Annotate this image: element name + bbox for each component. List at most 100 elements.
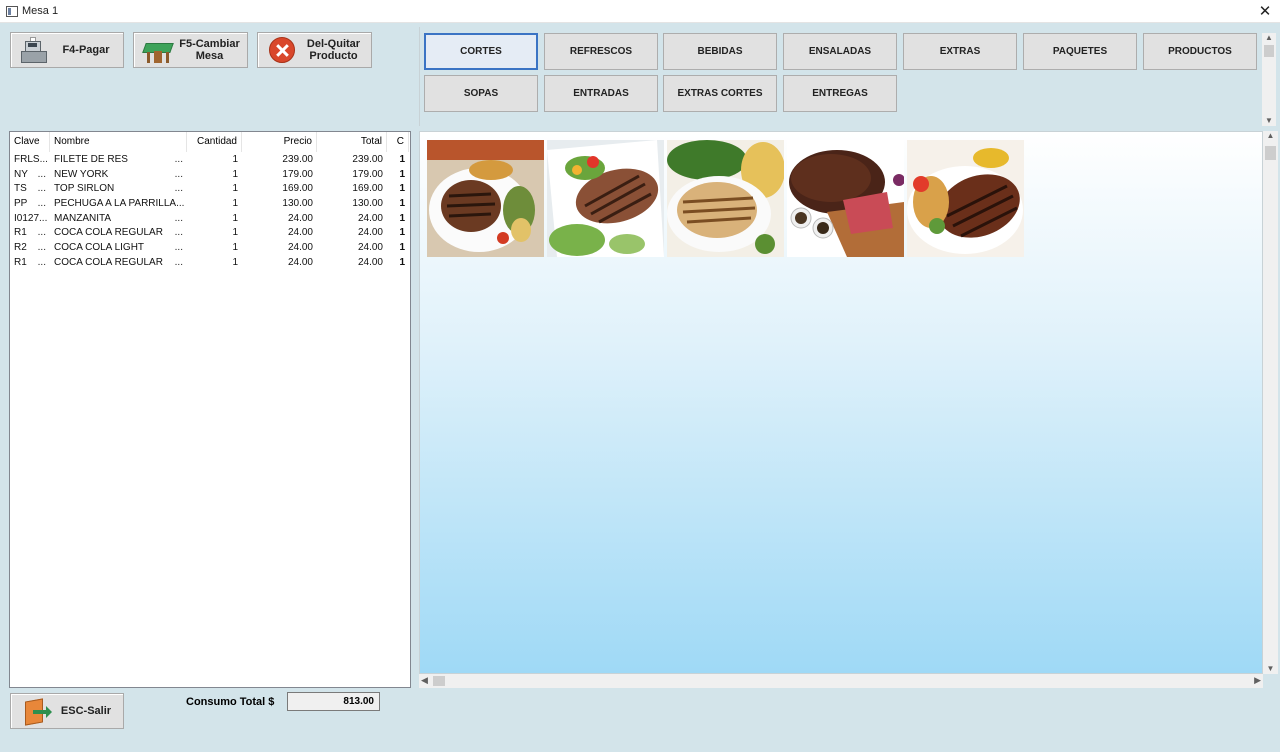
category-paquetes-button[interactable]: PAQUETES — [1023, 33, 1137, 70]
order-list[interactable]: Clave Nombre Cantidad Precio Total C FRL… — [9, 131, 411, 688]
cell-ellipsis: ... — [39, 153, 48, 165]
exit-button[interactable]: ESC-Salir — [10, 693, 124, 729]
cell-total-value: 169.00 — [352, 183, 383, 195]
cell-nombre: COCA COLA REGULAR... — [50, 227, 187, 238]
cell-total-value: 24.00 — [357, 256, 383, 268]
scrollbar-thumb[interactable] — [1265, 146, 1276, 160]
cell-nombre: TOP SIRLON... — [50, 183, 187, 194]
products-horizontal-scrollbar[interactable]: ◀ ▶ — [419, 674, 1263, 688]
remove-product-button[interactable]: Del-Quitar Producto — [257, 32, 372, 68]
cell-c-value: 1 — [399, 241, 405, 253]
cell-cantidad-value: 1 — [232, 153, 238, 165]
cell-ellipsis: ... — [37, 183, 46, 195]
scrollbar-thumb[interactable] — [1264, 45, 1274, 57]
cell-nombre: COCA COLA REGULAR... — [50, 257, 187, 268]
cell-c: 1 — [387, 242, 409, 253]
cell-cantidad-value: 1 — [232, 256, 238, 268]
cell-precio: 179.00 — [242, 169, 317, 180]
products-vertical-scrollbar[interactable]: ▲ ▼ — [1263, 131, 1278, 674]
category-ensaladas-button[interactable]: ENSALADAS — [783, 33, 897, 70]
product-tile[interactable] — [907, 140, 1024, 257]
cell-ellipsis: ... — [37, 168, 46, 180]
category-productos-button[interactable]: PRODUCTOS — [1143, 33, 1257, 70]
cell-cantidad: 1 — [187, 257, 242, 268]
cell-cantidad-value: 1 — [232, 168, 238, 180]
cell-cantidad-value: 1 — [232, 197, 238, 209]
scroll-up-icon[interactable]: ▲ — [1263, 131, 1278, 141]
category-cortes-button[interactable]: CORTES — [424, 33, 538, 70]
cell-precio-value: 179.00 — [282, 168, 313, 180]
cell-clave: PP... — [10, 198, 50, 209]
product-tile[interactable] — [547, 140, 664, 257]
cell-c-value: 1 — [399, 197, 405, 209]
col-header-precio[interactable]: Precio — [242, 131, 317, 152]
col-header-cantidad[interactable]: Cantidad — [187, 131, 242, 152]
cell-precio: 24.00 — [242, 227, 317, 238]
cell-ellipsis: ... — [37, 227, 46, 239]
cell-c-value: 1 — [399, 256, 405, 268]
cell-total: 24.00 — [317, 257, 387, 268]
col-header-total[interactable]: Total — [317, 131, 387, 152]
col-header-c[interactable]: C — [387, 131, 409, 152]
window-title: Mesa 1 — [22, 5, 59, 17]
order-rows: FRLS... FILETE DE RES... 1 239.00 239.00 1 NY.… — [10, 152, 410, 270]
table-row[interactable]: NY... NEW YORK... 1 179.00 179.00 1 — [10, 167, 410, 182]
cell-ellipsis: ... — [174, 227, 183, 239]
table-row[interactable]: I0127... MANZANITA... 1 24.00 24.00 1 — [10, 211, 410, 226]
category-extras-cortes-button[interactable]: EXTRAS CORTES — [663, 75, 777, 112]
cell-c-value: 1 — [399, 183, 405, 195]
table-row[interactable]: R2... COCA COLA LIGHT... 1 24.00 24.00 1 — [10, 240, 410, 255]
cell-total: 169.00 — [317, 183, 387, 194]
category-scrollbar[interactable]: ▲ ▼ — [1262, 33, 1276, 126]
cell-total: 130.00 — [317, 198, 387, 209]
cell-clave-value: FRLS — [14, 153, 40, 165]
close-icon[interactable]: ✕ — [1250, 0, 1280, 23]
cell-total-value: 179.00 — [352, 168, 383, 180]
cell-c-value: 1 — [399, 153, 405, 165]
category-sopas-button[interactable]: SOPAS — [424, 75, 538, 112]
cell-nombre-value: NEW YORK — [54, 168, 109, 180]
category-extras-button[interactable]: EXTRAS — [903, 33, 1017, 70]
product-tile[interactable] — [427, 140, 544, 257]
cell-clave: NY... — [10, 169, 50, 180]
cell-precio-value: 239.00 — [282, 153, 313, 165]
product-tile[interactable] — [787, 140, 904, 257]
remove-product-button-label: Del-Quitar Producto — [306, 38, 361, 62]
cell-nombre-value: COCA COLA LIGHT — [54, 241, 145, 253]
cell-cantidad: 1 — [187, 242, 242, 253]
table-row[interactable]: TS... TOP SIRLON... 1 169.00 169.00 1 — [10, 181, 410, 196]
category-bebidas-button[interactable]: BEBIDAS — [663, 33, 777, 70]
title-bar: Mesa 1 ✕ — [0, 0, 1280, 23]
cell-clave-value: TS — [14, 183, 27, 195]
exit-button-label: ESC-Salir — [60, 705, 112, 717]
product-tile[interactable] — [667, 140, 784, 257]
scrollbar-thumb[interactable] — [433, 676, 445, 686]
products-panel — [419, 131, 1263, 674]
total-value: 813.00 — [287, 692, 380, 711]
scroll-up-icon[interactable]: ▲ — [1262, 33, 1276, 43]
col-header-clave[interactable]: Clave — [10, 131, 50, 152]
scroll-down-icon[interactable]: ▼ — [1262, 116, 1276, 126]
table-row[interactable]: R1... COCA COLA REGULAR... 1 24.00 24.00 1 — [10, 255, 410, 270]
scroll-right-icon[interactable]: ▶ — [1254, 675, 1261, 686]
scroll-down-icon[interactable]: ▼ — [1263, 664, 1278, 674]
table-row[interactable]: PP... PECHUGA A LA PARRILLA... 1 130.00 130.… — [10, 196, 410, 211]
category-entregas-button[interactable]: ENTREGAS — [783, 75, 897, 112]
cell-total-value: 24.00 — [357, 212, 383, 224]
change-table-button[interactable]: F5-Cambiar Mesa — [133, 32, 248, 68]
cell-total-value: 24.00 — [357, 227, 383, 239]
cell-c: 1 — [387, 169, 409, 180]
pay-button[interactable]: F4-Pagar — [10, 32, 124, 68]
cell-cantidad-value: 1 — [232, 183, 238, 195]
scroll-left-icon[interactable]: ◀ — [421, 675, 428, 686]
table-row[interactable]: R1... COCA COLA REGULAR... 1 24.00 24.00 1 — [10, 225, 410, 240]
cell-ellipsis: ... — [37, 197, 46, 209]
cell-total: 24.00 — [317, 213, 387, 224]
change-table-button-label: F5-Cambiar Mesa — [179, 38, 240, 62]
category-refrescos-button[interactable]: REFRESCOS — [544, 33, 658, 70]
category-entradas-button[interactable]: ENTRADAS — [544, 75, 658, 112]
col-header-nombre[interactable]: Nombre — [50, 131, 187, 152]
cell-clave: I0127... — [10, 213, 50, 224]
table-row[interactable]: FRLS... FILETE DE RES... 1 239.00 239.00 1 — [10, 152, 410, 167]
cell-c-value: 1 — [399, 168, 405, 180]
